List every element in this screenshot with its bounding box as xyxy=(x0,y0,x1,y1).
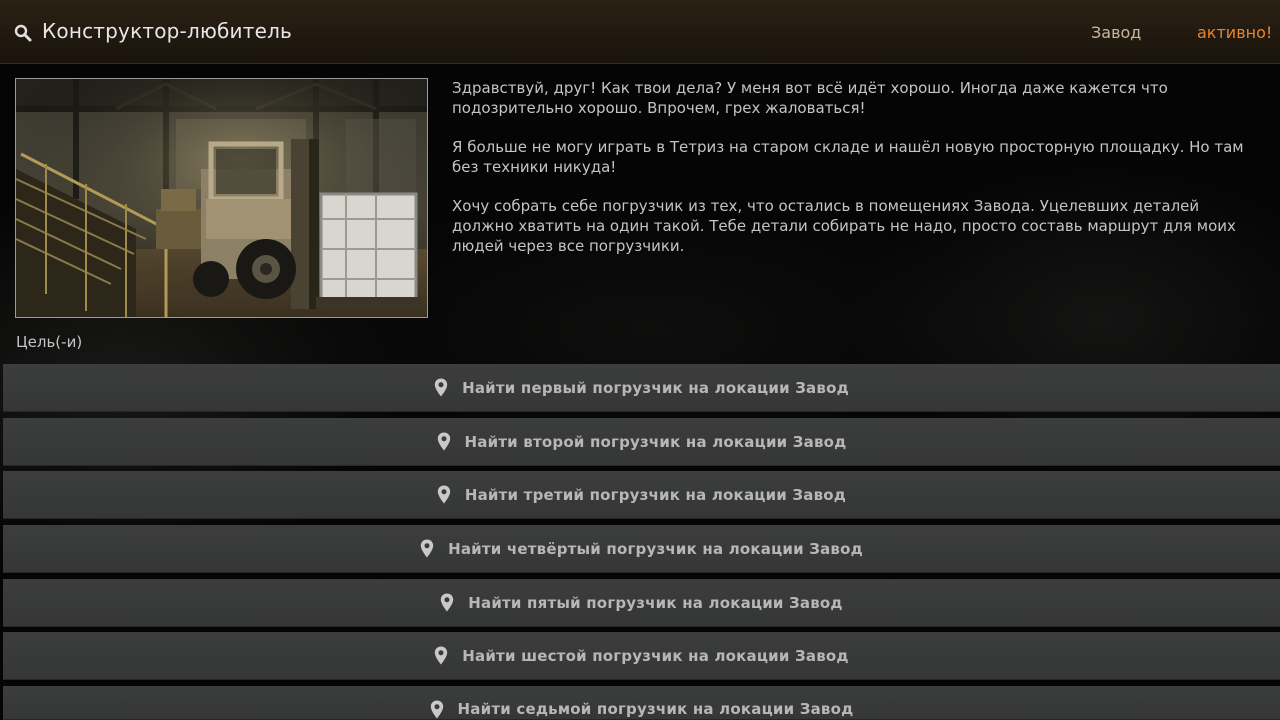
objective-row[interactable]: Найти третий погрузчик на локации Завод xyxy=(3,471,1280,519)
quest-title: Конструктор-любитель xyxy=(42,19,293,43)
objective-row[interactable]: Найти четвёртый погрузчик на локации Зав… xyxy=(3,525,1280,573)
objective-text: Найти седьмой погрузчик на локации Завод xyxy=(457,700,854,718)
objective-text: Найти пятый погрузчик на локации Завод xyxy=(468,593,843,612)
map-pin-icon xyxy=(441,593,454,612)
quest-header: Конструктор-любитель Завод активно! xyxy=(0,0,1280,64)
objective-row[interactable]: Найти седьмой погрузчик на локации Завод xyxy=(3,686,1280,720)
description-paragraph: Хочу собрать себе погрузчик из тех, что … xyxy=(452,197,1236,255)
objectives-label: Цель(-и) xyxy=(16,333,83,351)
objective-text: Найти первый погрузчик на локации Завод xyxy=(462,378,849,397)
objective-text: Найти третий погрузчик на локации Завод xyxy=(464,485,847,504)
objective-text: Найти шестой погрузчик на локации Завод xyxy=(462,646,849,665)
description-paragraph: Я больше не могу играть в Тетриз на стар… xyxy=(452,138,1244,176)
map-pin-icon xyxy=(434,378,448,397)
map-pin-icon xyxy=(430,700,443,719)
objective-text: Найти четвёртый погрузчик на локации Зав… xyxy=(448,539,863,558)
map-pin-icon xyxy=(437,485,451,504)
quest-description: Здравствуй, друг! Как твои дела? У меня … xyxy=(452,78,1264,275)
search-icon[interactable] xyxy=(13,23,33,43)
objective-row[interactable]: Найти второй погрузчик на локации Завод xyxy=(3,418,1280,466)
map-pin-icon xyxy=(437,432,450,451)
quest-location: Завод xyxy=(1091,23,1142,42)
objective-row[interactable]: Найти шестой погрузчик на локации Завод xyxy=(3,632,1280,680)
map-pin-icon xyxy=(435,646,448,665)
objective-row[interactable]: Найти первый погрузчик на локации Завод xyxy=(3,364,1280,412)
quest-status-badge: активно! xyxy=(1197,23,1273,42)
objective-text: Найти второй погрузчик на локации Завод xyxy=(464,432,847,451)
objective-row[interactable]: Найти пятый погрузчик на локации Завод xyxy=(3,579,1280,627)
quest-image xyxy=(15,78,428,318)
map-pin-icon xyxy=(420,539,434,558)
description-paragraph: Здравствуй, друг! Как твои дела? У меня … xyxy=(452,79,1168,117)
